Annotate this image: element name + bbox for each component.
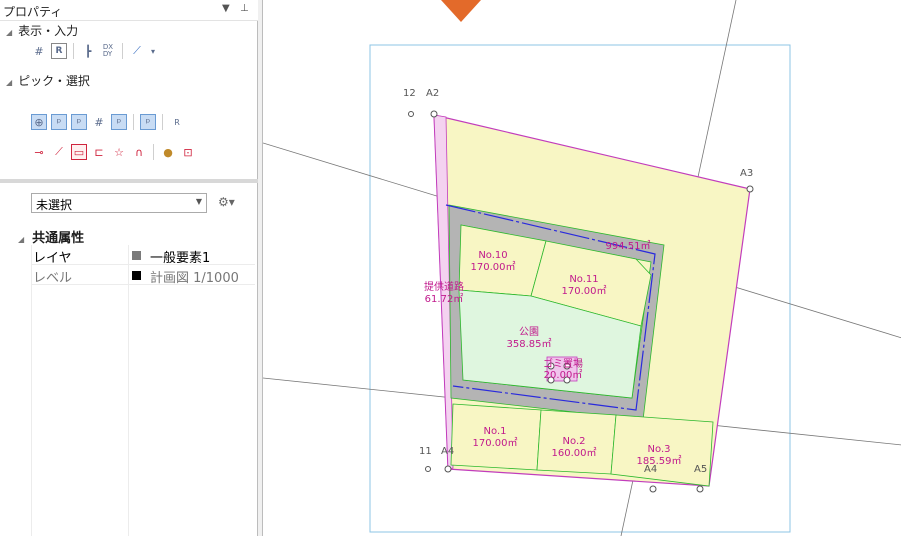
collapse-triangle-icon[interactable]: ◢	[6, 28, 12, 37]
lot-area: 170.00㎡	[471, 261, 516, 273]
chevron-down-icon[interactable]: ▾	[149, 43, 157, 59]
property-value: 計画図 1/1000	[150, 271, 239, 286]
road-area: 994.51㎡	[606, 240, 651, 252]
pick-rotation-icon[interactable]: R	[169, 114, 185, 130]
pick-grid-icon[interactable]: #	[91, 114, 107, 130]
pick-intersection-icon[interactable]: ᵖ	[140, 114, 156, 130]
collapse-triangle-icon[interactable]: ◢	[6, 78, 12, 87]
pick-center-icon[interactable]: ᵖ	[111, 114, 127, 130]
dropdown-arrow-icon[interactable]: ▼	[222, 3, 230, 14]
point-marker	[430, 110, 438, 118]
property-row-layer[interactable]: レイヤ 一般要素1	[31, 246, 255, 266]
select-curve-icon[interactable]: ∩	[131, 144, 147, 160]
point-label-a5: A5	[694, 464, 707, 475]
selection-dropdown[interactable]: 未選択 ▼	[31, 193, 207, 213]
lot-name: ゴミ置場	[543, 357, 583, 370]
point-marker	[425, 466, 431, 472]
color-swatch	[132, 251, 141, 260]
property-row-level[interactable]: レベル 計画図 1/1000	[31, 266, 255, 286]
selection-value: 未選択	[36, 198, 73, 212]
grid-icon[interactable]: #	[31, 43, 47, 59]
lot-name: No.3	[648, 444, 671, 455]
pick-point-icon[interactable]: ⊕	[31, 114, 47, 130]
property-key: レイヤ	[33, 251, 72, 266]
section-pick-select[interactable]: ◢ ピック・選択	[6, 72, 90, 89]
point-label-a3: A3	[740, 168, 753, 179]
lot-name: No.1	[484, 426, 507, 437]
select-polygon-icon[interactable]: ☆	[111, 144, 127, 160]
pick-toolbar: ⊕ ᵖ ᵖ # ᵖ ᵖ R	[31, 113, 185, 131]
point-label-a4: A4	[441, 446, 454, 457]
point-number-label: 11	[419, 446, 432, 457]
lot-area: 170.00㎡	[473, 437, 518, 449]
point-marker	[444, 465, 452, 473]
lot-name: No.10	[478, 250, 507, 261]
lot-area: 20.00㎡	[544, 369, 583, 381]
select-object-icon[interactable]: ●	[160, 144, 176, 160]
lot-name: No.11	[569, 274, 598, 285]
display-toolbar: # R ┣ DX DY ⟋ ▾	[31, 42, 157, 60]
lot-area: 185.59㎡	[637, 455, 682, 467]
provided-road-area: 61.72㎡	[425, 293, 464, 305]
point-marker	[649, 485, 657, 493]
position-marker	[441, 0, 481, 22]
settings-icon[interactable]: ⚙▾	[218, 195, 235, 209]
point-label-a2: A2	[426, 88, 439, 99]
color-swatch	[132, 271, 141, 280]
collapse-triangle-icon[interactable]: ◢	[18, 235, 24, 244]
rotate-view-icon[interactable]: R	[51, 43, 67, 59]
point-marker	[696, 485, 704, 493]
select-toolbar: ⊸ ⟋ ▭ ⊏ ☆ ∩ ● ⊡	[31, 143, 196, 161]
point-marker	[408, 111, 414, 117]
lot-name: 公園	[519, 326, 539, 338]
pick-midpoint-icon[interactable]: ᵖ	[71, 114, 87, 130]
properties-panel: プロパティ ▼ ⊥ ◢ 表示・入力 # R ┣ DX DY ⟋ ▾ ◢ ピック・選択 …	[0, 0, 258, 536]
panel-header: プロパティ ▼ ⊥	[0, 0, 258, 21]
select-line-icon[interactable]: ⊸	[31, 144, 47, 160]
select-fence-icon[interactable]: ⊏	[91, 144, 107, 160]
lot-area: 170.00㎡	[562, 285, 607, 297]
lot-name: No.2	[563, 436, 586, 447]
property-key: レベル	[33, 271, 73, 286]
lot-no1	[450, 403, 542, 471]
drawing-canvas[interactable]: 12 A2 A3 11 A4 A4 A5 No.10 170.00㎡ No.11…	[262, 0, 901, 536]
common-attributes-header[interactable]: ◢ 共通属性	[18, 227, 84, 246]
point-number-label: 12	[403, 88, 416, 99]
pick-endpoint-icon[interactable]: ᵖ	[51, 114, 67, 130]
pin-icon[interactable]: ⊥	[240, 3, 249, 14]
select-all-icon[interactable]: ⊡	[180, 144, 196, 160]
lot-area: 160.00㎡	[552, 447, 597, 459]
panel-title: プロパティ	[3, 5, 63, 19]
dxdy-icon[interactable]: DX DY	[100, 43, 116, 59]
site-plan-drawing[interactable]: 12 A2 A3 11 A4 A4 A5 No.10 170.00㎡ No.11…	[263, 0, 901, 536]
ortho-icon[interactable]: ┣	[80, 43, 96, 59]
lot-area: 358.85㎡	[507, 338, 552, 350]
chevron-down-icon: ▼	[195, 197, 202, 206]
panel-divider[interactable]	[0, 179, 258, 183]
select-polyline-icon[interactable]: ⟋	[51, 144, 67, 160]
select-rectangle-icon[interactable]: ▭	[71, 144, 87, 160]
section-display-input[interactable]: ◢ 表示・入力	[6, 22, 78, 39]
provided-road-name: 提供道路	[424, 280, 464, 293]
point-marker	[746, 185, 754, 193]
line-style-icon[interactable]: ⟋	[129, 43, 145, 59]
property-value: 一般要素1	[150, 251, 211, 266]
